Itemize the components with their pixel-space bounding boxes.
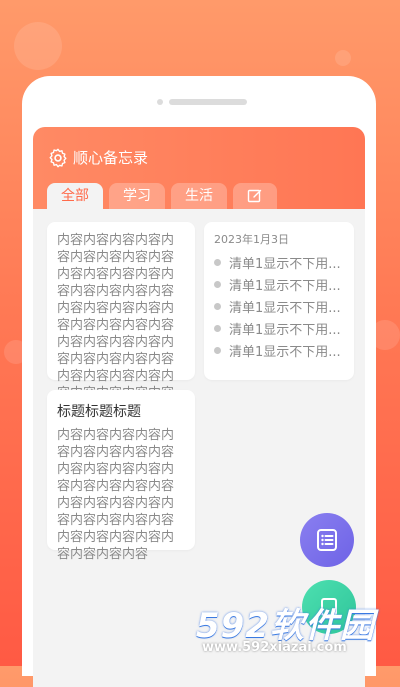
tab-life[interactable]: 生活	[171, 183, 227, 209]
category-tabs: 全部 学习 生活	[47, 183, 277, 209]
note-title: 标题标题标题	[57, 404, 141, 420]
app-header: 顺心备忘录 全部 学习 生活	[33, 127, 365, 209]
bullet-dot	[214, 302, 221, 310]
list-item-text: 清单1显示不下用...	[229, 256, 341, 272]
note-content: 内容内容内容内容内容内容内容内容内容内容内容内容内容内容内容内容内容内容内容内容…	[57, 428, 175, 562]
list-item-text: 清单1显示不下用...	[229, 300, 341, 316]
list-item: 清单1显示不下用...	[204, 273, 354, 295]
tab-edit[interactable]	[233, 183, 277, 209]
app-title: 顺心备忘录	[73, 149, 149, 167]
list-item-text: 清单1显示不下用...	[229, 344, 341, 360]
phone-camera	[157, 99, 163, 105]
bullet-dot	[214, 258, 221, 266]
note-date: 2023年1月3日	[214, 233, 289, 246]
tab-all[interactable]: 全部	[47, 183, 103, 209]
decor-bubble	[335, 50, 351, 66]
watermark-url: www.592xiazai.com	[202, 640, 347, 655]
checklist-fab-button[interactable]	[300, 513, 354, 567]
bullet-dot	[214, 324, 221, 332]
gear-icon[interactable]	[47, 147, 69, 169]
list-item-text: 清单1显示不下用...	[229, 322, 341, 338]
list-item: 清单1显示不下用...	[204, 251, 354, 273]
tab-study[interactable]: 学习	[109, 183, 165, 209]
site-watermark: 592软件园 www.592xiazai.com	[196, 592, 400, 666]
phone-speaker	[169, 99, 247, 105]
list-item: 清单1显示不下用...	[204, 295, 354, 317]
list-item: 清单1显示不下用...	[204, 339, 354, 361]
checklist-card[interactable]: 2023年1月3日 清单1显示不下用... 清单1显示不下用... 清单1显示不…	[204, 222, 354, 380]
edit-icon	[247, 189, 262, 203]
list-item: 清单1显示不下用...	[204, 317, 354, 339]
decor-bubble	[14, 22, 62, 70]
note-card[interactable]: 标题标题标题 内容内容内容内容内容内容内容内容内容内容内容内容内容内容内容内容内…	[47, 390, 195, 562]
list-item-text: 清单1显示不下用...	[229, 278, 341, 294]
bullet-dot	[214, 280, 221, 288]
bullet-dot	[214, 346, 221, 354]
list-icon	[317, 529, 337, 551]
note-card[interactable]: 内容内容内容内容内容内容内容内容内容内容内容内容内容内容内容内容内容内容内容内容…	[47, 222, 195, 452]
